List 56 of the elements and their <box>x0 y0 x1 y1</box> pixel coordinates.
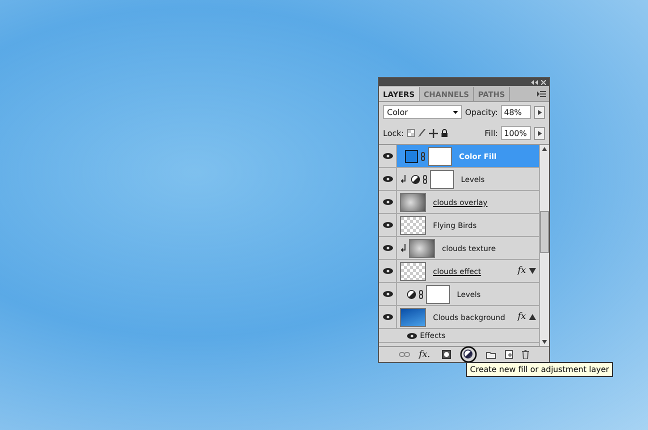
move-icon[interactable] <box>428 128 438 138</box>
half-circle-icon <box>407 290 416 298</box>
panel-menu-icon[interactable] <box>537 91 546 97</box>
arrow-right-icon <box>538 130 542 136</box>
color-swatch-thumbnail <box>405 150 418 162</box>
fill-label: Fill: <box>484 128 498 138</box>
chain-icon <box>423 174 427 184</box>
eye-icon[interactable] <box>407 332 417 338</box>
new-layer-icon[interactable] <box>505 350 514 359</box>
cloud-thumbnail <box>400 192 426 212</box>
lock-label: Lock: <box>383 128 404 138</box>
opacity-field[interactable]: 48% <box>501 105 531 119</box>
trash-icon[interactable] <box>522 350 530 359</box>
clip-arrow-icon <box>401 244 406 252</box>
layer-mask-thumbnail <box>426 284 450 304</box>
opacity-label: Opacity: <box>465 108 498 116</box>
scroll-thumb[interactable] <box>540 211 549 253</box>
transparent-thumbnail <box>400 216 426 234</box>
folder-icon[interactable] <box>486 350 496 358</box>
eye-icon[interactable] <box>382 199 392 205</box>
scrollbar[interactable] <box>539 145 549 346</box>
eye-icon[interactable] <box>382 176 392 182</box>
sky-thumbnail <box>400 308 426 326</box>
expand-arrow-icon[interactable] <box>529 314 536 320</box>
scroll-down-icon[interactable] <box>542 340 547 344</box>
layer-mask-thumbnail <box>428 146 452 166</box>
clip-arrow-icon <box>401 175 406 183</box>
fill-field[interactable]: 100% <box>501 126 531 140</box>
tooltip: Create new fill or adjustment layer <box>466 362 614 377</box>
opacity-stepper[interactable] <box>534 106 545 118</box>
eye-icon[interactable] <box>382 314 392 320</box>
chain-icon <box>421 152 425 160</box>
fill-stepper[interactable] <box>534 126 545 140</box>
cloud-thumbnail <box>400 262 426 280</box>
chain-icon <box>419 290 423 298</box>
eye-icon[interactable] <box>382 291 392 297</box>
caret-icon <box>453 110 458 114</box>
eye-icon[interactable] <box>382 222 392 228</box>
eye-icon[interactable] <box>382 153 392 159</box>
expand-arrow-icon[interactable] <box>529 268 536 274</box>
brush-icon[interactable] <box>418 129 426 137</box>
mask-icon[interactable] <box>442 350 452 359</box>
arrow-right-icon <box>538 110 542 114</box>
effects-label: fx <box>518 312 526 322</box>
half-circle-icon <box>411 174 420 184</box>
eye-icon[interactable] <box>382 245 392 251</box>
blend-mode-dropdown[interactable]: Color <box>383 105 462 119</box>
fx-button[interactable]: fx. <box>418 350 430 360</box>
effects-label: fx <box>518 266 526 276</box>
layer-mask-thumbnail <box>430 170 454 188</box>
close-icon[interactable] <box>541 80 546 84</box>
cloud-thumbnail <box>409 238 435 258</box>
padlock-icon[interactable] <box>440 129 448 137</box>
scroll-up-icon[interactable] <box>542 147 547 151</box>
checker-lock-icon[interactable] <box>406 129 415 137</box>
eye-icon[interactable] <box>382 268 392 274</box>
